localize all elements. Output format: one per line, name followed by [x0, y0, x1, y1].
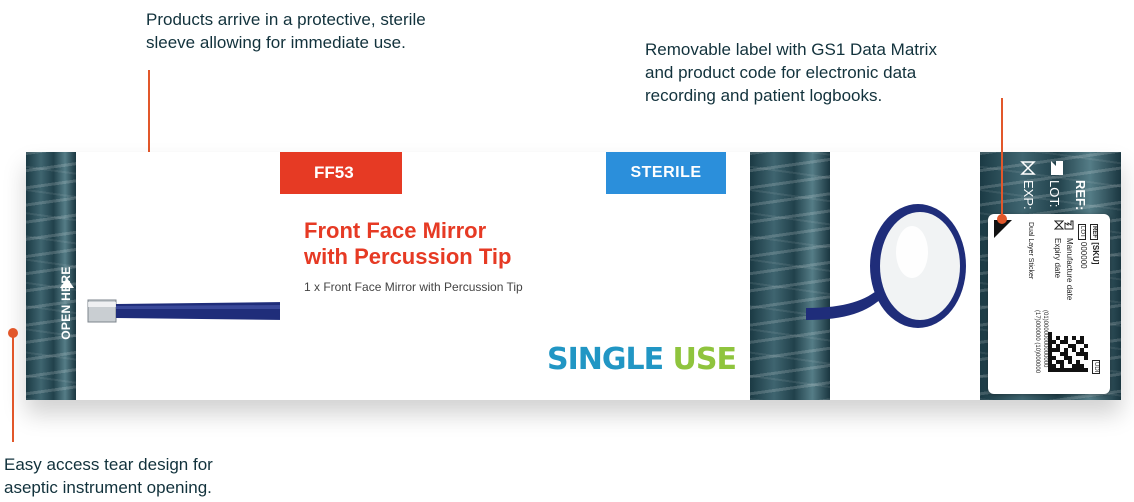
expiry-symbol-icon — [1054, 220, 1064, 230]
use-word: USE — [672, 342, 737, 377]
product-title: Front Face Mirror with Percussion Tip — [304, 218, 634, 270]
product-title-line-1: Front Face Mirror — [304, 218, 487, 243]
lot-field: LOT: — [1047, 180, 1062, 208]
product-subtitle: 1 x Front Face Mirror with Percussion Ti… — [304, 280, 523, 294]
single-word: SINGLE — [546, 342, 664, 377]
lot-symbol-icon — [1051, 161, 1063, 175]
product-title-line-2: with Percussion Tip — [304, 244, 512, 269]
sticker-expiry: Expiry date — [1053, 238, 1062, 279]
callout-tear-line-2: aseptic instrument opening. — [4, 478, 212, 497]
sticker-lot-value: 000000 — [1079, 241, 1088, 269]
callout-label-line-1: Removable label with GS1 Data Matrix — [645, 40, 937, 59]
package-sleeve: OPEN HERE FF53 STERILE Front Face Mirror… — [26, 152, 1121, 400]
callout-tear-line-1: Easy access tear design for — [4, 455, 213, 474]
product-label: FF53 STERILE Front Face Mirror with Perc… — [280, 152, 750, 400]
callout-label-line-3: recording and patient logbooks. — [645, 86, 883, 105]
callout-tear-leader — [12, 334, 14, 442]
callout-sleeve-line-2: sleeve allowing for immediate use. — [146, 33, 406, 52]
manufacture-factory-icon — [1064, 220, 1074, 230]
single-use-mark: SINGLE USE — [546, 342, 737, 377]
mirror-head-icon — [806, 204, 966, 328]
sticker-lot: LOT 000000 — [1078, 224, 1088, 269]
callout-label-dot — [997, 214, 1007, 224]
sleeve-window-left — [76, 152, 280, 400]
callout-tear-dot — [8, 328, 18, 338]
product-code-badge: FF53 — [280, 152, 402, 194]
callout-label: Removable label with GS1 Data Matrix and… — [645, 38, 937, 107]
sticker-udi: UDI — [1092, 360, 1100, 375]
expiry-hourglass-icon — [1020, 161, 1036, 175]
callout-tear: Easy access tear design for aseptic inst… — [4, 453, 213, 499]
callout-sleeve-line-1: Products arrive in a protective, sterile — [146, 10, 426, 29]
sticker-gs1-line-2: (17)000000 (10)000000 — [1034, 310, 1040, 374]
open-here-label: OPEN HERE — [59, 266, 73, 340]
sticker-ref: REF [SKU] — [1090, 224, 1100, 265]
removable-sticker[interactable]: REF [SKU] LOT 000000 Manufacture date Ex… — [988, 214, 1110, 394]
sterile-badge: STERILE — [606, 152, 726, 194]
callout-label-leader — [1001, 98, 1003, 218]
sticker-dual-layer: Dual Layer Sticker — [1027, 222, 1034, 280]
sticker-manufacture: Manufacture date — [1065, 238, 1074, 301]
sticker-udi-value: UDI — [1092, 360, 1100, 375]
callout-sleeve: Products arrive in a protective, sterile… — [146, 8, 426, 54]
callout-label-line-2: and product code for electronic data — [645, 63, 917, 82]
ref-field: REF: — [1073, 180, 1088, 211]
exp-field: EXP: — [1021, 180, 1036, 210]
mirror-handle-icon — [87, 299, 286, 323]
sticker-ref-value: [SKU] — [1091, 242, 1100, 265]
gs1-datamatrix-icon — [1048, 332, 1088, 372]
